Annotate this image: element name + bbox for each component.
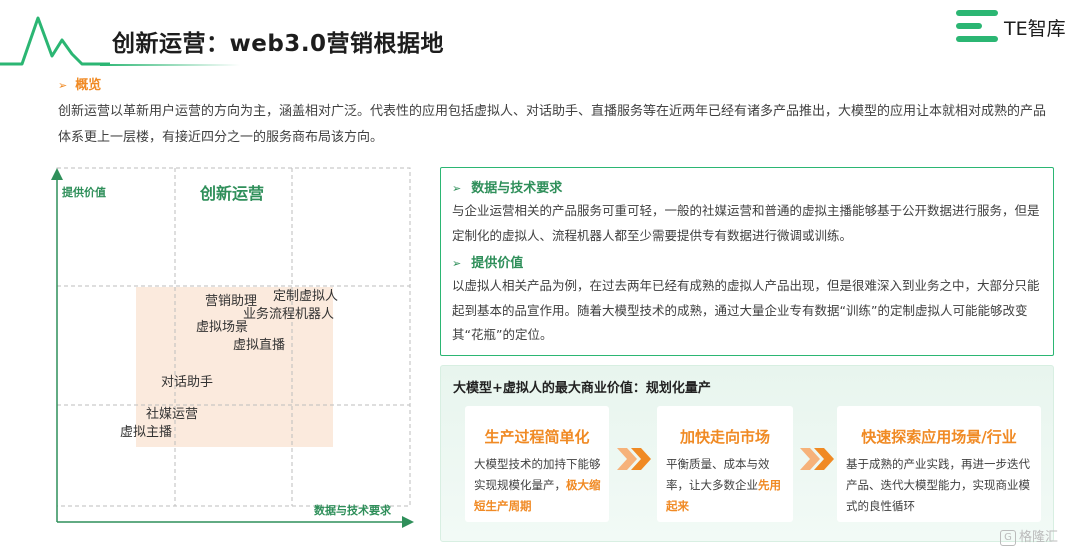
- value-panel: 大模型+虚拟人的最大商业价值：规划化量产 生产过程简单化 大模型技术的加持下能够…: [440, 365, 1054, 542]
- step-text: 平衡质量、成本与效率，让大多数企业先用起来: [666, 454, 786, 517]
- requirements-card: ➢ 数据与技术要求 与企业运营相关的产品服务可重可轻，一般的社媒运营和普通的虚拟主…: [440, 167, 1054, 356]
- value-text: 以虚拟人相关产品为例，在过去两年已经有成熟的虚拟人产品出现，但是很难深入到业务之…: [452, 278, 1040, 342]
- data-tech-heading: ➢ 数据与技术要求: [452, 177, 562, 196]
- step-card: 生产过程简单化 大模型技术的加持下能够实现规模化量产，极大缩短生产周期: [465, 406, 609, 522]
- matrix-point: 虚拟场景: [196, 320, 249, 335]
- step-text: 大模型技术的加持下能够实现规模化量产，极大缩短生产周期: [474, 454, 602, 517]
- matrix-point: 虚拟主播: [120, 425, 173, 440]
- value-panel-title: 大模型+虚拟人的最大商业价值：规划化量产: [453, 381, 711, 396]
- value-heading-label: 提供价值: [471, 256, 524, 271]
- step-title: 快速探索应用场景/行业: [861, 428, 1017, 446]
- data-tech-text: 与企业运营相关的产品服务可重可轻，一般的社媒运营和普通的虚拟主播能够基于公开数据…: [452, 203, 1040, 243]
- step-title: 加快走向市场: [679, 428, 770, 446]
- logo-text: TE智库: [1004, 18, 1066, 40]
- overview-heading-label: 概览: [75, 78, 102, 93]
- data-tech-heading-label: 数据与技术要求: [471, 181, 563, 196]
- matrix-point: 社媒运营: [146, 407, 199, 422]
- matrix-point: 虚拟直播: [233, 338, 286, 353]
- value-heading: ➢ 提供价值: [452, 252, 523, 271]
- matrix-point: 定制虚拟人: [273, 289, 339, 304]
- matrix-point: 业务流程机器人: [243, 307, 335, 322]
- overview-text: 创新运营以革新用户运营的方向为主，涵盖相对广泛。代表性的应用包括虚拟人、对话助手…: [58, 104, 1047, 145]
- step-title: 生产过程简单化: [484, 428, 590, 446]
- x-axis-label: 数据与技术要求: [314, 504, 391, 517]
- chevron-right-icon: ➢: [452, 257, 462, 270]
- watermark: G 格隆汇: [1000, 526, 1058, 546]
- step-card: 快速探索应用场景/行业 基于成熟的产业实践，再进一步迭代产品、迭代大模型能力，实…: [837, 406, 1041, 522]
- value-matrix: 提供价值 数据与技术要求 创新运营 营销助理 定制虚拟人 业务流程机器人 虚拟场…: [40, 160, 430, 532]
- logo: TE智库: [956, 8, 1076, 44]
- step-text: 基于成熟的产业实践，再进一步迭代产品、迭代大模型能力，实现商业模式的良性循环: [846, 454, 1034, 517]
- overview-heading: ➢ 概览: [58, 74, 101, 93]
- step-card: 加快走向市场 平衡质量、成本与效率，让大多数企业先用起来: [657, 406, 793, 522]
- step-text-body: 平衡质量、成本与效率，让大多数企业: [666, 457, 770, 492]
- watermark-badge: G: [1000, 529, 1016, 546]
- double-chevron-icon: [617, 448, 651, 470]
- step-text-body: 基于成熟的产业实践，再进一步迭代产品、迭代大模型能力，实现商业模式的良性循环: [846, 457, 1030, 513]
- te-logo-icon: [956, 10, 998, 42]
- chevron-right-icon: ➢: [452, 182, 462, 195]
- watermark-text: 格隆汇: [1019, 530, 1059, 545]
- matrix-point: 对话助手: [161, 375, 214, 390]
- pulse-line-icon: [0, 16, 110, 66]
- y-axis-label: 提供价值: [62, 186, 106, 199]
- page-title: 创新运营：web3.0营销根据地: [112, 31, 445, 57]
- chevron-right-icon: ➢: [58, 79, 68, 92]
- double-chevron-icon: [800, 448, 834, 470]
- title-underline: [100, 64, 240, 66]
- quadrant-title: 创新运营: [200, 184, 265, 203]
